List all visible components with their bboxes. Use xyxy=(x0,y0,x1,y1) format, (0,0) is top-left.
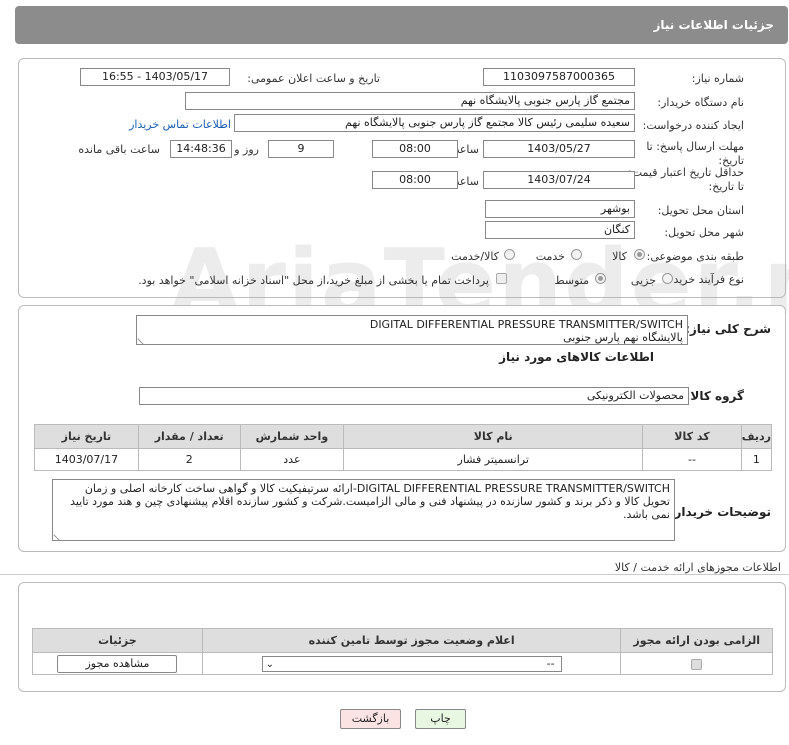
province-field: بوشهر xyxy=(485,200,635,218)
remaining-label: ساعت باقی مانده xyxy=(78,143,160,156)
goods-group-label: گروه کالا: xyxy=(685,389,744,403)
days-field: 9 xyxy=(268,140,334,158)
table-row: 1 -- ترانسمیتر فشار عدد 2 1403/07/17 xyxy=(34,448,773,471)
cell-date: 1403/07/17 xyxy=(34,448,139,471)
category-service-label: خدمت xyxy=(535,250,565,263)
view-permit-button[interactable]: مشاهده مجوز xyxy=(57,654,178,673)
table-row: -- ⌄ مشاهده مجوز xyxy=(32,652,773,675)
col-qty: تعداد / مقدار xyxy=(137,424,241,449)
treasury-payment-checkbox[interactable] xyxy=(496,273,507,284)
description-label: شرح کلی نیاز: xyxy=(685,322,771,336)
cell-unit: عدد xyxy=(239,448,345,471)
category-radio-both[interactable] xyxy=(504,249,515,260)
category-radio-goods[interactable] xyxy=(634,249,645,260)
cell-permit-required xyxy=(620,652,773,675)
permit-status-select[interactable]: -- ⌄ xyxy=(261,655,562,672)
permits-table: الزامی بودن ارائه مجوز اعلام وضعیت مجوز … xyxy=(32,628,773,675)
buyer-notes-text: DIGITAL DIFFERENTIAL PRESSURE TRANSMITTE… xyxy=(70,482,670,521)
validity-time-field: 08:00 xyxy=(372,171,458,189)
col-code: کد کالا xyxy=(642,424,742,449)
permits-section-title: اطلاعات مجوزهای ارائه خدمت / کالا xyxy=(614,561,781,574)
announce-field: 1403/05/17 - 16:55 xyxy=(80,68,230,86)
process-medium-label: متوسط xyxy=(554,274,589,287)
col-permit-details: جزئیات xyxy=(32,628,203,653)
validity-date-field: 1403/07/24 xyxy=(483,171,635,189)
col-name: نام کالا xyxy=(343,424,644,449)
buyer-notes-textarea[interactable]: DIGITAL DIFFERENTIAL PRESSURE TRANSMITTE… xyxy=(52,479,675,541)
col-row: ردیف xyxy=(740,424,773,449)
remaining-time-field: 14:48:36 xyxy=(170,140,232,158)
col-date: تاریخ نیاز xyxy=(34,424,139,449)
treasury-payment-note: پرداخت تمام یا بخشی از مبلغ خرید،از محل … xyxy=(138,274,489,287)
send-date-field: 1403/05/27 xyxy=(483,140,635,158)
cell-permit-details: مشاهده مجوز xyxy=(32,652,203,675)
buyer-label: نام دستگاه خریدار: xyxy=(657,96,744,109)
category-label: طبقه بندی موضوعی: xyxy=(646,250,744,263)
need-number-label: شماره نیاز: xyxy=(691,72,744,85)
province-label: استان محل تحویل: xyxy=(657,204,744,217)
goods-section-title: اطلاعات کالاهای مورد نیاز xyxy=(499,350,654,364)
col-permit-status: اعلام وضعیت مجوز توسط تامین کننده xyxy=(201,628,622,653)
announce-label: تاریخ و ساعت اعلان عمومی: xyxy=(247,72,380,85)
city-label: شهر محل تحویل: xyxy=(664,226,744,239)
cell-code: -- xyxy=(642,448,742,471)
permit-status-value: -- xyxy=(546,656,555,670)
cell-name: ترانسمیتر فشار xyxy=(343,448,644,471)
divider xyxy=(0,574,789,575)
days-label: روز و xyxy=(234,143,259,156)
creator-label: ایجاد کننده درخواست: xyxy=(642,119,744,132)
description-line-1: DIGITAL DIFFERENTIAL PRESSURE TRANSMITTE… xyxy=(369,318,683,331)
process-minor-label: جزیی xyxy=(630,274,656,287)
description-textarea[interactable]: DIGITAL DIFFERENTIAL PRESSURE TRANSMITTE… xyxy=(136,315,688,345)
col-permit-required: الزامی بودن ارائه مجوز xyxy=(620,628,773,653)
buyer-field: مجتمع گاز پارس جنوبی پالایشگاه نهم xyxy=(185,92,635,110)
category-radio-service[interactable] xyxy=(571,249,582,260)
resize-grip-icon[interactable] xyxy=(53,529,65,540)
cell-qty: 2 xyxy=(137,448,241,471)
need-number-field: 1103097587000365 xyxy=(483,68,635,86)
cell-permit-status: -- ⌄ xyxy=(201,652,622,675)
page-title: جزئیات اطلاعات نیاز xyxy=(653,18,774,32)
validity-label: حداقل تاریخ اعتبار قیمت: تا تاریخ: xyxy=(628,166,744,193)
page-header: جزئیات اطلاعات نیاز xyxy=(15,6,788,44)
cell-row: 1 xyxy=(740,448,773,471)
back-button[interactable]: بازگشت xyxy=(340,709,401,729)
process-radio-minor[interactable] xyxy=(662,273,673,284)
city-field: کنگان xyxy=(485,221,635,239)
goods-table: ردیف کد کالا نام کالا واحد شمارش تعداد /… xyxy=(34,424,773,471)
chevron-down-icon: ⌄ xyxy=(265,658,275,670)
col-unit: واحد شمارش xyxy=(239,424,345,449)
goods-group-field: محصولات الکترونیکی xyxy=(139,387,689,405)
category-both-label: کالا/خدمت xyxy=(451,250,499,263)
creator-field: سعیده سلیمی رئیس کالا مجتمع گاز پارس جنو… xyxy=(234,114,635,132)
contact-buyer-link[interactable]: اطلاعات تماس خریدار xyxy=(129,118,231,131)
process-label: نوع فرآیند خرید : xyxy=(666,273,744,286)
permit-required-checkbox[interactable] xyxy=(691,658,703,670)
description-line-2: پالایشگاه نهم پارس جنوبی xyxy=(563,331,683,344)
category-goods-label: کالا xyxy=(612,250,627,263)
process-radio-medium[interactable] xyxy=(595,273,606,284)
buyer-notes-label: توضیحات خریدار: xyxy=(669,505,771,519)
print-button[interactable]: چاپ xyxy=(415,709,466,729)
send-deadline-label: مهلت ارسال پاسخ: تا تاریخ: xyxy=(646,140,744,167)
send-time-field: 08:00 xyxy=(372,140,458,158)
